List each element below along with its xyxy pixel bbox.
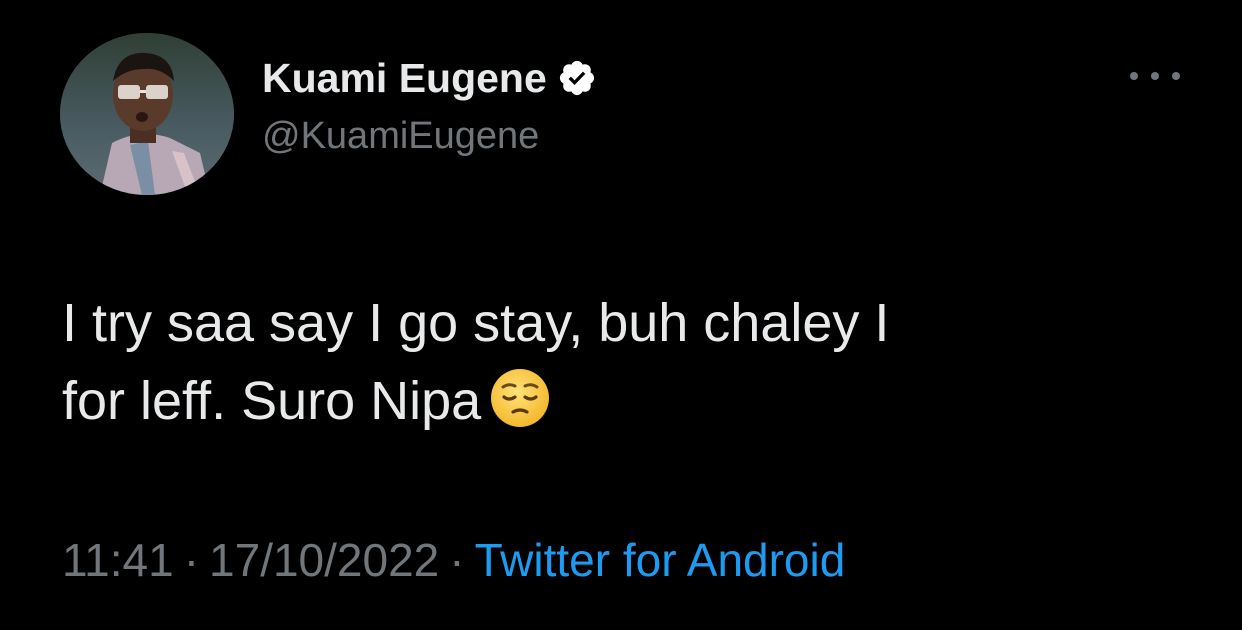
tweet-time[interactable]: 11:41 <box>62 534 174 586</box>
tweet-text-line-1: I try saa say I go stay, buh chaley I <box>62 293 890 353</box>
more-dot <box>1130 72 1138 80</box>
tweet-text: I try saa say I go stay, buh chaley I fo… <box>62 284 1182 440</box>
more-horizontal-icon[interactable] <box>1130 64 1180 88</box>
name-row: Kuami Eugene <box>262 52 597 104</box>
tweet-card: Kuami Eugene @KuamiEugene I try saa say … <box>0 0 1242 630</box>
display-name[interactable]: Kuami Eugene <box>262 52 547 104</box>
meta-separator: · <box>449 534 465 586</box>
more-dot <box>1151 72 1159 80</box>
pensive-face-emoji-icon <box>489 367 551 429</box>
avatar-photo-icon <box>60 33 234 195</box>
tweet-meta: 11:41 · 17/10/2022 · Twitter for Android <box>62 530 845 590</box>
author-handle[interactable]: @KuamiEugene <box>262 112 597 160</box>
avatar[interactable] <box>60 33 234 195</box>
author-block: Kuami Eugene @KuamiEugene <box>262 52 597 160</box>
verified-badge-icon <box>557 58 597 98</box>
tweet-date[interactable]: 17/10/2022 <box>209 534 439 586</box>
meta-separator: · <box>183 534 200 586</box>
tweet-text-line-2: for leff. Suro Nipa <box>62 371 482 431</box>
more-dot <box>1172 72 1180 80</box>
tweet-source-link[interactable]: Twitter for Android <box>475 534 846 586</box>
